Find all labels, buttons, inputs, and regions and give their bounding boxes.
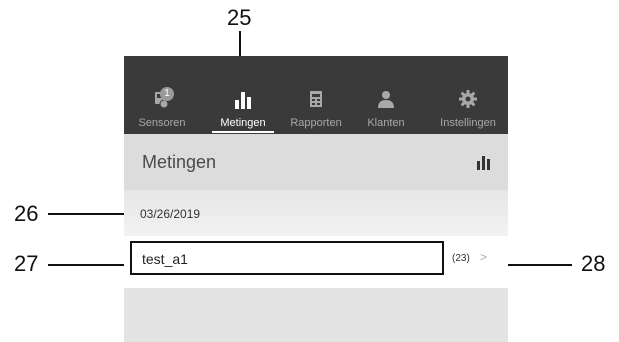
measurement-list-item[interactable]: test_a1 (23) > (124, 236, 508, 288)
callout-25: 25 (227, 5, 252, 30)
date-group-header: 03/26/2019 (124, 190, 508, 236)
measurement-date: 03/26/2019 (140, 207, 201, 221)
nav-item-rapporten[interactable]: Rapporten (280, 56, 352, 134)
nav-label-sensoren: Sensoren (138, 117, 186, 129)
app-window: 1 Sensoren Metingen Rapporten Klanten In… (124, 56, 508, 342)
measurement-count: (23) (452, 253, 470, 264)
callout-line-27 (48, 264, 130, 266)
callout-28: 28 (581, 251, 606, 276)
notification-badge: 1 (160, 87, 174, 101)
nav-label-rapporten: Rapporten (290, 117, 342, 129)
nav-label-instellingen: Instellingen (440, 117, 496, 129)
nav-item-instellingen[interactable]: Instellingen (428, 56, 508, 134)
nav-item-sensoren[interactable]: 1 Sensoren (124, 56, 200, 134)
bar-chart-icon[interactable] (476, 154, 492, 170)
active-tab-indicator (212, 131, 274, 133)
measurement-name: test_a1 (142, 251, 188, 267)
bar-chart-icon (235, 92, 251, 109)
nav-label-metingen: Metingen (220, 117, 266, 129)
report-icon (310, 91, 322, 107)
users-icon (378, 91, 394, 108)
callout-26: 26 (14, 201, 39, 226)
nav-label-klanten: Klanten (367, 117, 405, 129)
measurement-item-highlight: test_a1 (130, 241, 444, 275)
list-empty-area (124, 288, 508, 342)
chevron-right-icon: > (480, 250, 488, 264)
page-header: Metingen (124, 134, 508, 190)
gear-icon (459, 90, 477, 108)
page-title: Metingen (142, 152, 217, 172)
callout-27: 27 (14, 251, 39, 276)
nav-item-metingen[interactable]: Metingen (206, 56, 280, 134)
nav-item-klanten[interactable]: Klanten (354, 56, 418, 134)
top-navigation: 1 Sensoren Metingen Rapporten Klanten In… (124, 56, 508, 134)
